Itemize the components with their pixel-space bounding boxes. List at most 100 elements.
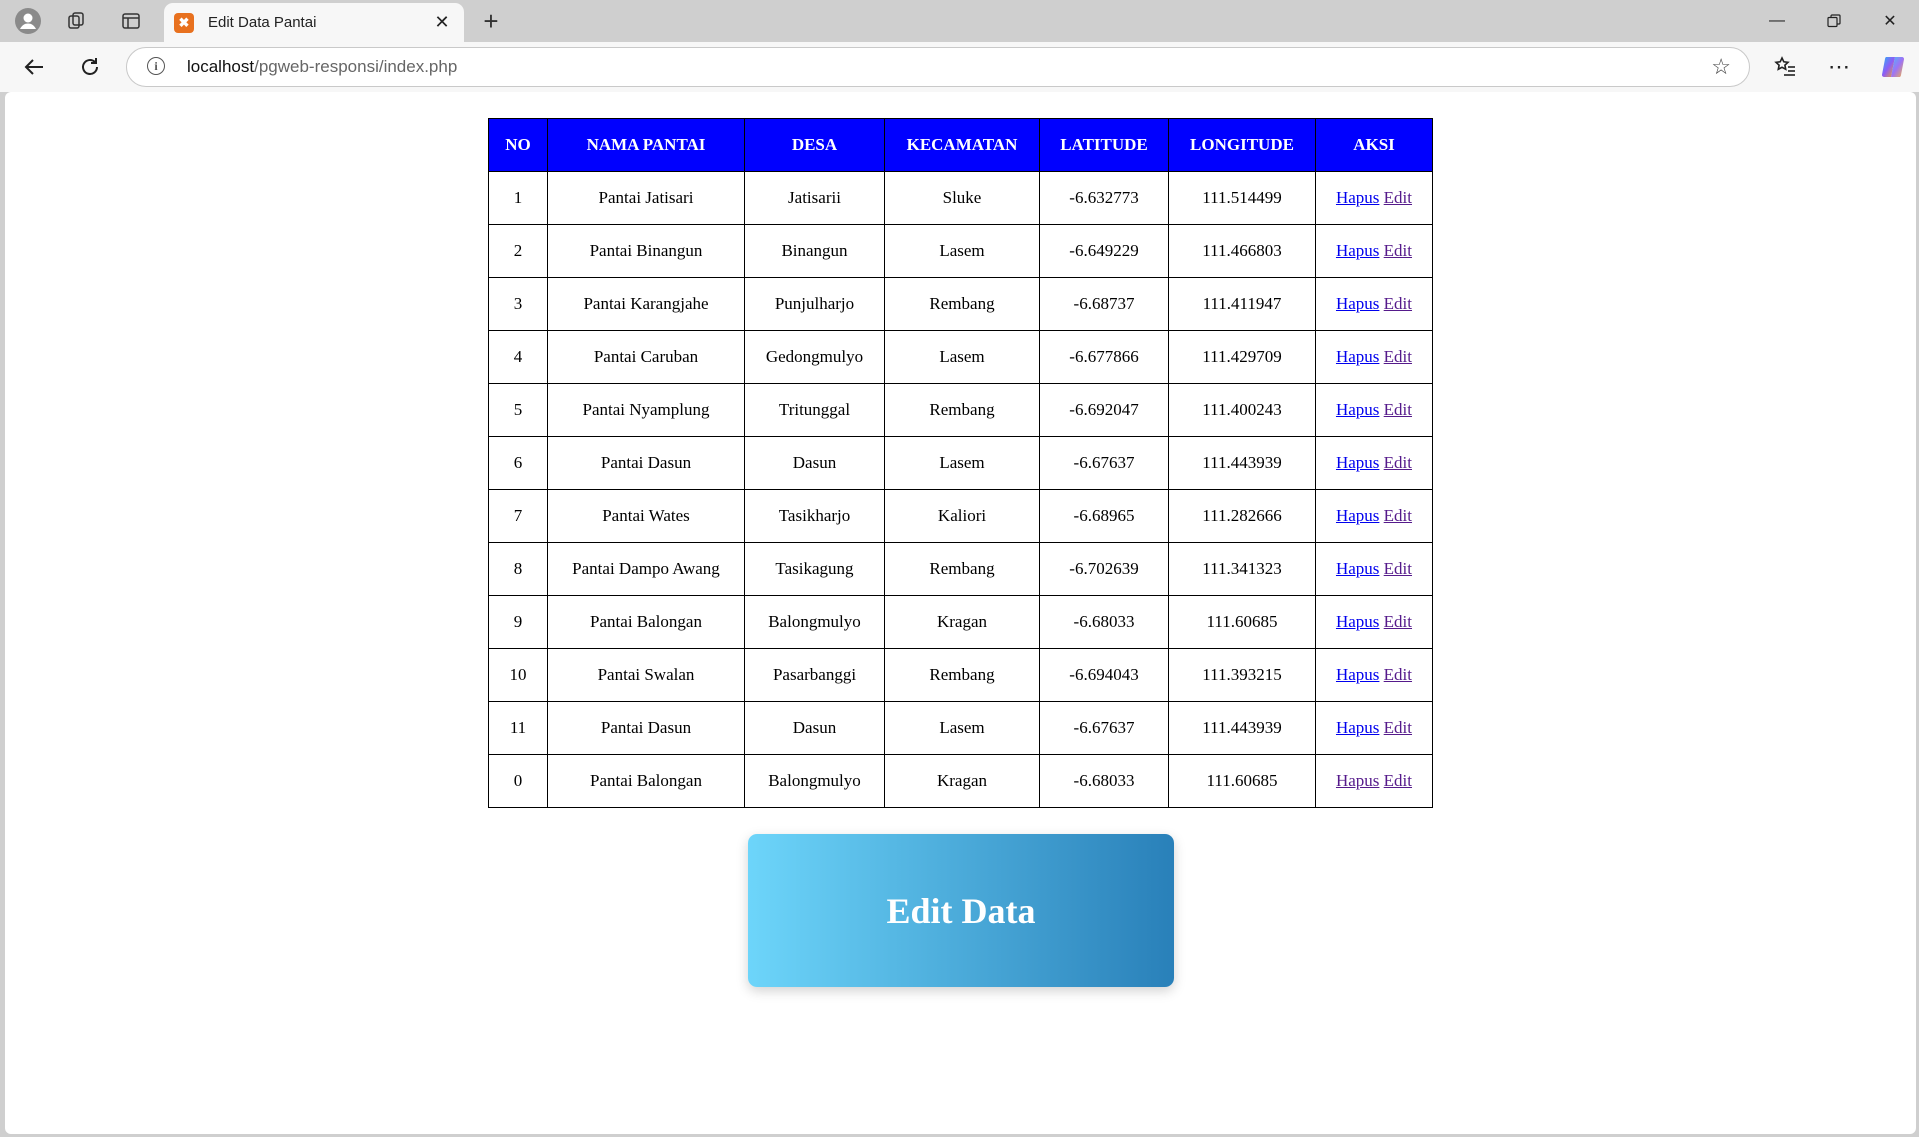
cell-aksi: Hapus Edit xyxy=(1315,171,1433,225)
edit-link[interactable]: Edit xyxy=(1384,665,1412,684)
cell-aksi: Hapus Edit xyxy=(1315,277,1433,331)
cell-aksi: Hapus Edit xyxy=(1315,542,1433,596)
cell-no: 6 xyxy=(488,436,548,490)
cell-latitude: -6.692047 xyxy=(1039,383,1169,437)
cell-desa: Jatisarii xyxy=(744,171,885,225)
xampp-favicon-icon: ✖ xyxy=(174,12,194,33)
cell-latitude: -6.68737 xyxy=(1039,277,1169,331)
edit-data-button[interactable]: Edit Data xyxy=(748,834,1174,987)
cell-kecamatan: Kragan xyxy=(884,754,1040,808)
tab-title: Edit Data Pantai xyxy=(208,14,317,31)
edit-link[interactable]: Edit xyxy=(1384,506,1412,525)
hapus-link[interactable]: Hapus xyxy=(1336,294,1379,313)
cell-longitude: 111.466803 xyxy=(1168,224,1316,278)
favorites-icon[interactable] xyxy=(1767,50,1803,84)
close-window-icon[interactable]: ✕ xyxy=(1862,0,1918,42)
cell-kecamatan: Kaliori xyxy=(884,489,1040,543)
table-row: 9 Pantai Balongan Balongmulyo Kragan -6.6803… xyxy=(488,595,1433,649)
address-bar[interactable]: i localhost/pgweb-responsi/index.php ☆ xyxy=(126,47,1750,87)
hapus-link[interactable]: Hapus xyxy=(1336,347,1379,366)
more-menu-icon[interactable]: ⋯ xyxy=(1821,50,1857,84)
page-viewport: NO NAMA PANTAI DESA KECAMATAN LATITUDE L… xyxy=(5,92,1916,1134)
cell-desa: Tritunggal xyxy=(744,383,885,437)
cell-no: 1 xyxy=(488,171,548,225)
back-arrow-icon[interactable] xyxy=(16,50,52,84)
cell-no: 5 xyxy=(488,383,548,437)
hapus-link[interactable]: Hapus xyxy=(1336,453,1379,472)
table-row: 5 Pantai Nyamplung Tritunggal Rembang -6.692… xyxy=(488,383,1433,437)
cell-latitude: -6.702639 xyxy=(1039,542,1169,596)
cell-longitude: 111.400243 xyxy=(1168,383,1316,437)
edit-link[interactable]: Edit xyxy=(1384,188,1412,207)
cell-no: 7 xyxy=(488,489,548,543)
cell-desa: Binangun xyxy=(744,224,885,278)
cell-longitude: 111.60685 xyxy=(1168,754,1316,808)
hapus-link[interactable]: Hapus xyxy=(1336,400,1379,419)
hapus-link[interactable]: Hapus xyxy=(1336,188,1379,207)
cell-nama-pantai: Pantai Karangjahe xyxy=(547,277,745,331)
edit-link[interactable]: Edit xyxy=(1384,771,1412,790)
cell-kecamatan: Rembang xyxy=(884,648,1040,702)
cell-aksi: Hapus Edit xyxy=(1315,754,1433,808)
url-text[interactable]: localhost/pgweb-responsi/index.php xyxy=(187,57,457,77)
cell-desa: Tasikagung xyxy=(744,542,885,596)
favorite-star-icon[interactable]: ☆ xyxy=(1711,54,1731,80)
cell-desa: Balongmulyo xyxy=(744,595,885,649)
cell-latitude: -6.632773 xyxy=(1039,171,1169,225)
workspaces-icon[interactable] xyxy=(60,5,94,37)
cell-kecamatan: Sluke xyxy=(884,171,1040,225)
cell-nama-pantai: Pantai Balongan xyxy=(547,754,745,808)
hapus-link[interactable]: Hapus xyxy=(1336,718,1379,737)
cell-nama-pantai: Pantai Dampo Awang xyxy=(547,542,745,596)
cell-nama-pantai: Pantai Binangun xyxy=(547,224,745,278)
hapus-link[interactable]: Hapus xyxy=(1336,506,1379,525)
cell-nama-pantai: Pantai Dasun xyxy=(547,701,745,755)
edit-link[interactable]: Edit xyxy=(1384,347,1412,366)
restore-icon[interactable] xyxy=(1806,0,1862,42)
cell-nama-pantai: Pantai Balongan xyxy=(547,595,745,649)
cell-nama-pantai: Pantai Swalan xyxy=(547,648,745,702)
header-desa: DESA xyxy=(744,118,885,172)
cell-longitude: 111.341323 xyxy=(1168,542,1316,596)
vertical-tabs-icon[interactable] xyxy=(114,5,148,37)
cell-desa: Dasun xyxy=(744,701,885,755)
edit-link[interactable]: Edit xyxy=(1384,294,1412,313)
edit-link[interactable]: Edit xyxy=(1384,453,1412,472)
cell-desa: Pasarbanggi xyxy=(744,648,885,702)
cell-longitude: 111.443939 xyxy=(1168,701,1316,755)
cell-longitude: 111.429709 xyxy=(1168,330,1316,384)
cell-nama-pantai: Pantai Caruban xyxy=(547,330,745,384)
cell-nama-pantai: Pantai Nyamplung xyxy=(547,383,745,437)
cell-aksi: Hapus Edit xyxy=(1315,648,1433,702)
cell-no: 10 xyxy=(488,648,548,702)
header-no: NO xyxy=(488,118,548,172)
edit-link[interactable]: Edit xyxy=(1384,718,1412,737)
table-row: 0 Pantai Balongan Balongmulyo Kragan -6.6803… xyxy=(488,754,1433,808)
edit-link[interactable]: Edit xyxy=(1384,400,1412,419)
cell-no: 8 xyxy=(488,542,548,596)
profile-icon[interactable] xyxy=(11,5,45,37)
edit-link[interactable]: Edit xyxy=(1384,559,1412,578)
cell-latitude: -6.68033 xyxy=(1039,754,1169,808)
edit-link[interactable]: Edit xyxy=(1384,612,1412,631)
hapus-link[interactable]: Hapus xyxy=(1336,665,1379,684)
copilot-icon[interactable] xyxy=(1875,50,1911,84)
browser-tab-active[interactable]: ✖ Edit Data Pantai ✕ xyxy=(164,3,464,42)
hapus-link[interactable]: Hapus xyxy=(1336,612,1379,631)
cell-desa: Dasun xyxy=(744,436,885,490)
cell-desa: Punjulharjo xyxy=(744,277,885,331)
cell-aksi: Hapus Edit xyxy=(1315,489,1433,543)
site-info-icon[interactable]: i xyxy=(147,57,165,75)
hapus-link[interactable]: Hapus xyxy=(1336,771,1379,790)
new-tab-icon[interactable]: + xyxy=(474,5,508,37)
close-tab-icon[interactable]: ✕ xyxy=(428,9,456,37)
minimize-icon[interactable]: — xyxy=(1749,0,1805,42)
edit-link[interactable]: Edit xyxy=(1384,241,1412,260)
refresh-icon[interactable] xyxy=(72,50,108,84)
hapus-link[interactable]: Hapus xyxy=(1336,559,1379,578)
cell-no: 3 xyxy=(488,277,548,331)
cell-aksi: Hapus Edit xyxy=(1315,224,1433,278)
hapus-link[interactable]: Hapus xyxy=(1336,241,1379,260)
cell-nama-pantai: Pantai Jatisari xyxy=(547,171,745,225)
header-aksi: AKSI xyxy=(1315,118,1433,172)
